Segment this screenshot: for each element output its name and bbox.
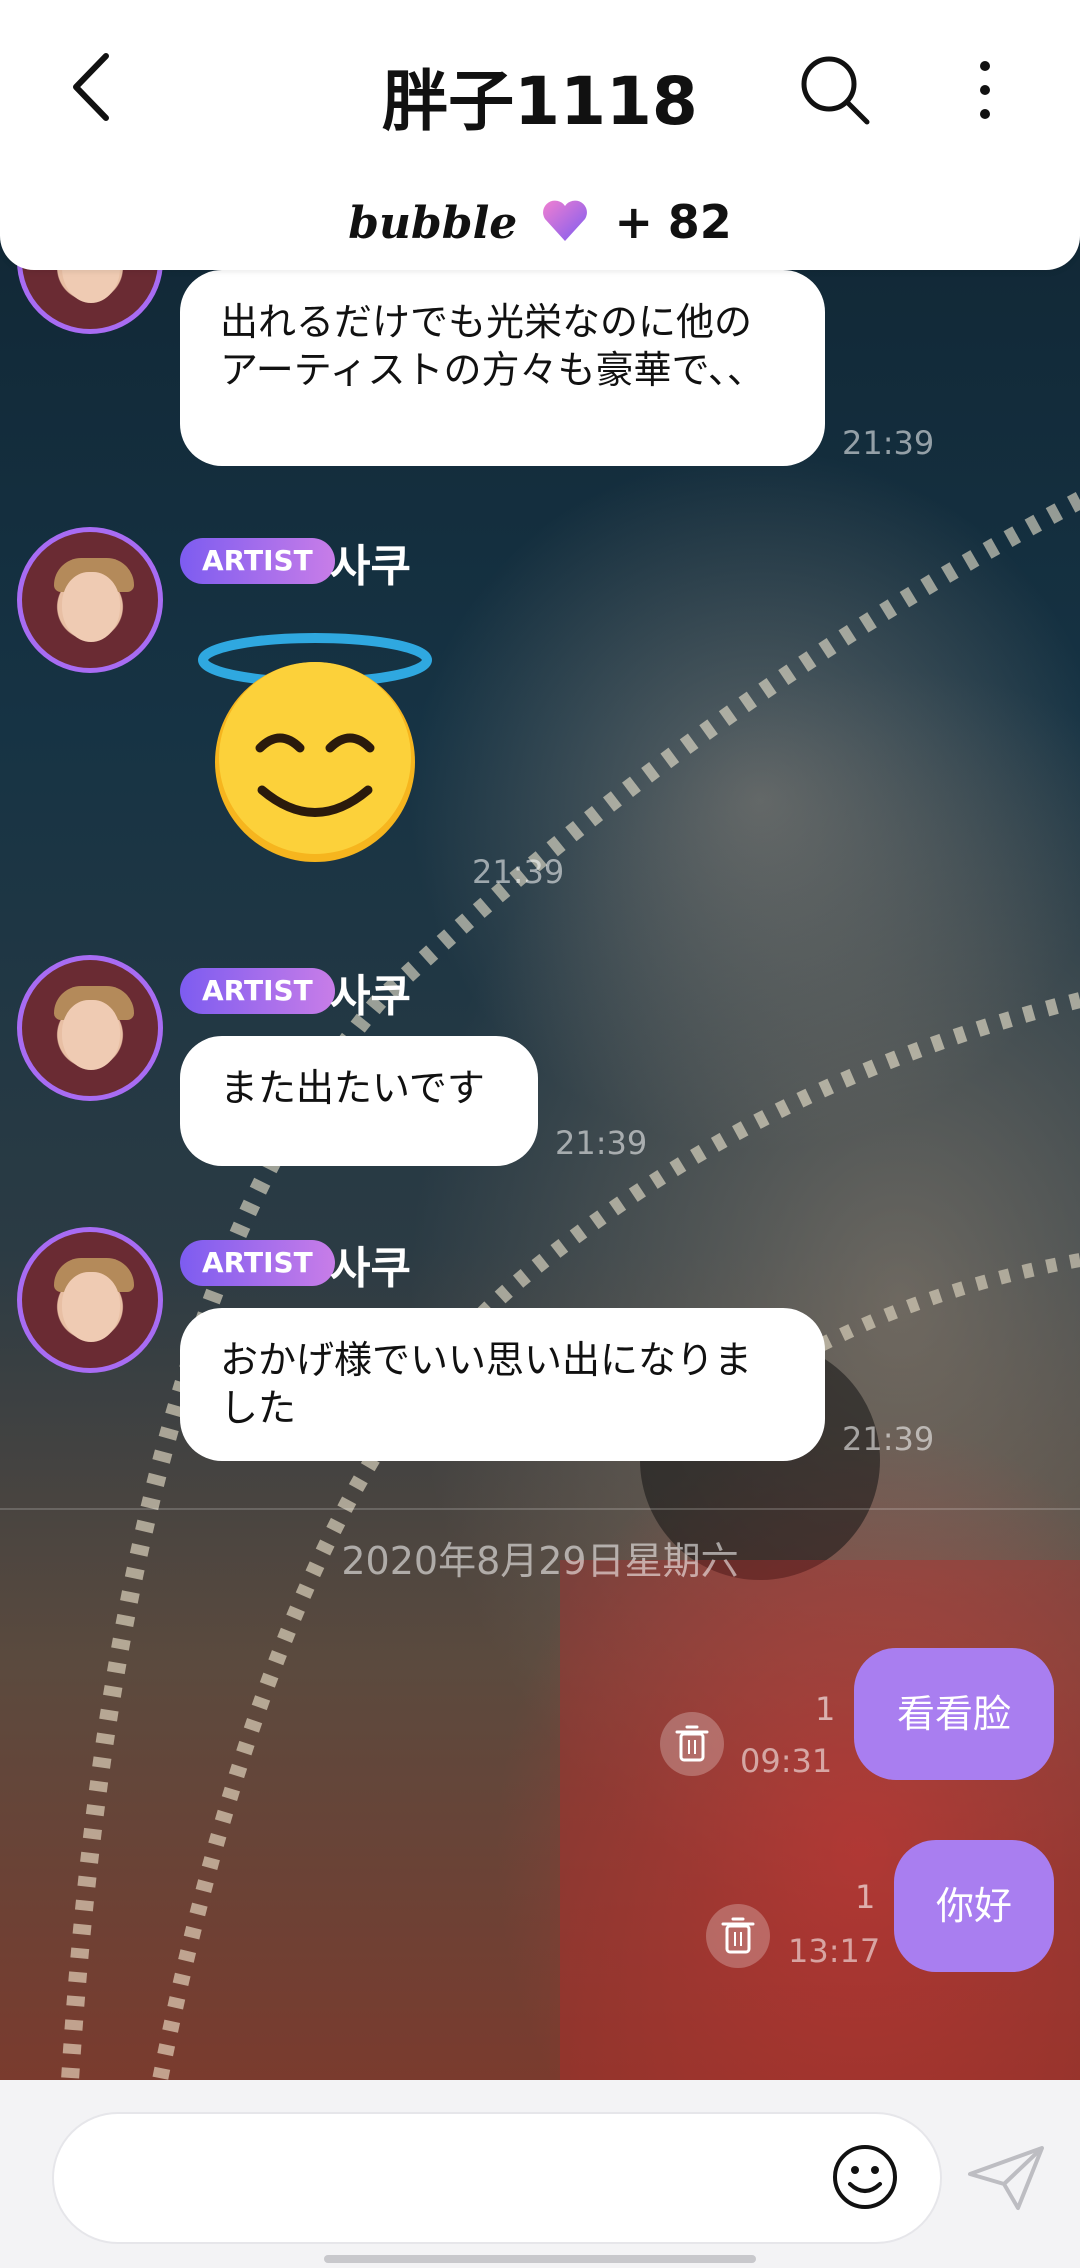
bubble-logo: bubble: [348, 198, 518, 249]
more-vertical-icon: [980, 61, 990, 119]
message-time: 21:39: [842, 424, 935, 462]
bubble-subscription-row[interactable]: bubble + 82: [0, 195, 1080, 254]
delete-message-button[interactable]: [660, 1712, 724, 1776]
more-options-button[interactable]: [955, 50, 1015, 130]
search-icon: [801, 56, 870, 125]
divider: [0, 1508, 1080, 1510]
paper-plane-icon: [968, 2146, 1044, 2210]
avatar-face: [62, 572, 120, 642]
message-time: 13:17: [788, 1932, 881, 1970]
message-bubble[interactable]: 出れるだけでも光栄なのに他のアーティストの方々も豪華で、、: [180, 270, 825, 466]
avatar[interactable]: [17, 1227, 163, 1373]
bubble-count: 82: [667, 195, 732, 249]
unread-count: 1: [815, 1690, 836, 1728]
message-time: 21:39: [842, 1420, 935, 1458]
avatar[interactable]: [17, 955, 163, 1101]
my-message-bubble[interactable]: 看看脸: [854, 1648, 1054, 1780]
smiling-face-with-halo-icon[interactable]: [190, 630, 440, 870]
message-bubble[interactable]: おかげ様でいい思い出になりました: [180, 1308, 825, 1461]
avatar[interactable]: [17, 527, 163, 673]
chat-header: 胖子1118 bubble + 82: [0, 0, 1080, 270]
unread-count: 1: [855, 1878, 876, 1916]
chat-title: 胖子1118: [382, 63, 698, 140]
message-time: 09:31: [740, 1742, 833, 1780]
message-bubble[interactable]: また出たいです: [180, 1036, 538, 1166]
sender-name[interactable]: 사쿠: [330, 960, 411, 1024]
emoji-button[interactable]: [830, 2142, 900, 2212]
artist-badge: ARTIST: [180, 1240, 335, 1286]
bubble-plus: +: [614, 195, 654, 249]
sender-name[interactable]: 사쿠: [330, 1232, 411, 1296]
search-button[interactable]: [795, 50, 875, 130]
message-input-bar: [0, 2080, 1080, 2268]
send-button[interactable]: [966, 2138, 1046, 2218]
sender-name[interactable]: 사쿠: [330, 530, 411, 594]
avatar-face: [62, 1000, 120, 1070]
message-input[interactable]: [52, 2112, 942, 2244]
my-message-bubble[interactable]: 你好: [894, 1840, 1054, 1972]
trash-icon: [721, 1917, 755, 1954]
trash-icon: [675, 1725, 709, 1762]
date-separator: 2020年8月29日星期六: [341, 1539, 739, 1583]
message-time: 21:39: [555, 1124, 648, 1162]
smiley-icon: [833, 2145, 897, 2209]
delete-message-button[interactable]: [706, 1904, 770, 1968]
heart-icon: [540, 197, 590, 254]
artist-badge: ARTIST: [180, 968, 335, 1014]
home-indicator: [324, 2255, 756, 2263]
message-time: 21:39: [472, 853, 565, 891]
artist-badge: ARTIST: [180, 538, 335, 584]
avatar-face: [62, 1272, 120, 1342]
